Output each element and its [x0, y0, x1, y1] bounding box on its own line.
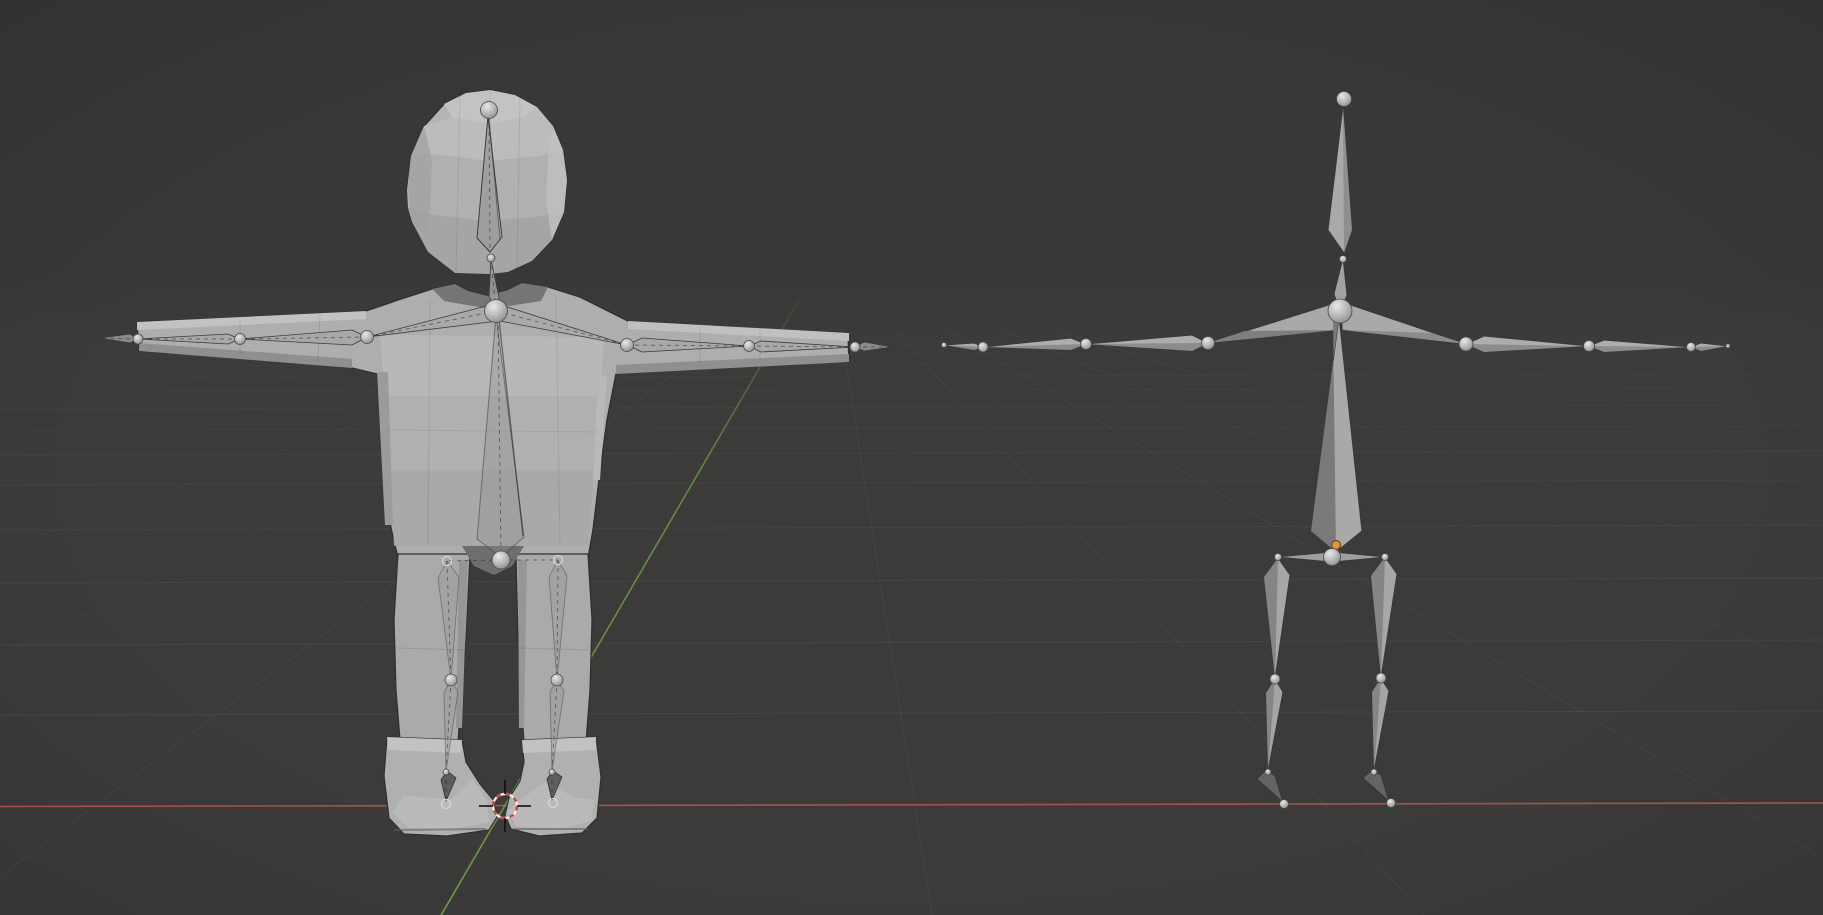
joint-elbow[interactable] [235, 334, 246, 345]
joint-elbow[interactable] [1081, 339, 1092, 350]
joint-elbow[interactable] [1584, 341, 1595, 352]
joint-pelvis[interactable] [1324, 549, 1341, 566]
joint-shoulder[interactable] [1459, 337, 1473, 351]
joint-hip[interactable] [1275, 554, 1282, 561]
joint-neck[interactable] [1340, 256, 1347, 263]
joint-chest[interactable] [1328, 299, 1352, 323]
viewport-canvas[interactable] [0, 0, 1823, 915]
joint-knee[interactable] [445, 674, 457, 686]
joint-toe[interactable] [1387, 799, 1396, 808]
joint-ankle[interactable] [1265, 769, 1271, 775]
layer-background [0, 0, 1823, 915]
blender-3d-viewport[interactable] [0, 0, 1823, 915]
joint-shoulder[interactable] [1202, 337, 1215, 350]
joint-hand-tip[interactable] [942, 343, 947, 348]
joint-elbow[interactable] [744, 341, 755, 352]
joint-chest[interactable] [485, 300, 508, 323]
joint-wrist[interactable] [850, 342, 860, 352]
mesh-sole-edge[interactable] [394, 829, 486, 830]
joint-wrist[interactable] [978, 342, 988, 352]
joint-toe[interactable] [1280, 800, 1289, 809]
joint-head-top[interactable] [481, 102, 498, 119]
joint-knee[interactable] [1376, 673, 1386, 683]
joint-ankle[interactable] [549, 769, 555, 775]
joint-knee[interactable] [551, 674, 563, 686]
joint-ankle[interactable] [1371, 769, 1377, 775]
joint-shoulder[interactable] [621, 339, 634, 352]
joint-hip[interactable] [1382, 554, 1389, 561]
joint-pelvis[interactable] [492, 551, 510, 569]
joint-shoulder[interactable] [361, 331, 374, 344]
joint-head-top[interactable] [1337, 92, 1352, 107]
joint-knee[interactable] [1270, 674, 1280, 684]
joint-neck[interactable] [487, 254, 495, 262]
vignette [0, 0, 1823, 915]
joint-wrist[interactable] [133, 334, 143, 344]
joint-hand-tip[interactable] [1726, 344, 1730, 348]
joint-ankle[interactable] [443, 769, 449, 775]
joint-wrist[interactable] [1687, 343, 1696, 352]
